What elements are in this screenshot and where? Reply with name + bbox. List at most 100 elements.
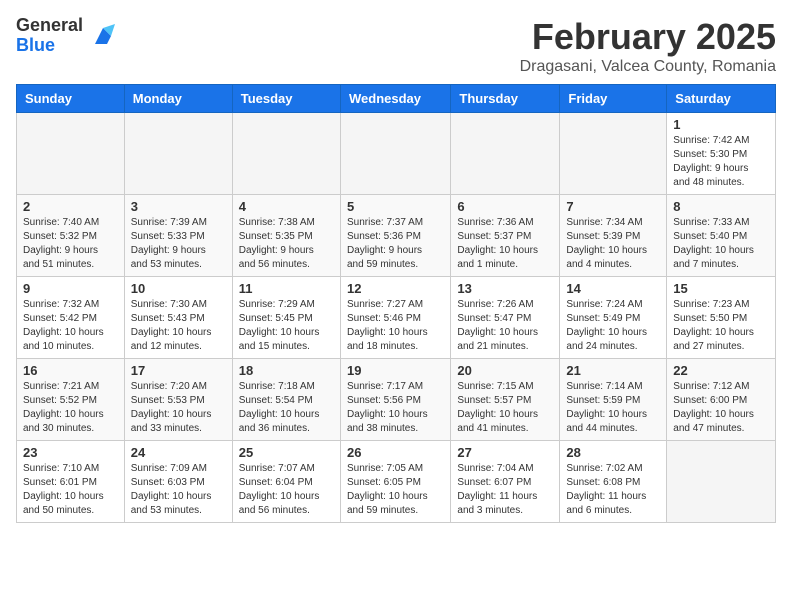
day-info: Sunrise: 7:07 AM Sunset: 6:04 PM Dayligh… (239, 462, 334, 518)
calendar-day-cell: 7 Sunrise: 7:34 AM Sunset: 5:39 PM Daylig… (560, 195, 667, 277)
day-number: 27 (457, 445, 553, 460)
day-info: Sunrise: 7:12 AM Sunset: 6:00 PM Dayligh… (673, 380, 769, 436)
calendar-day-cell: 4 Sunrise: 7:38 AM Sunset: 5:35 PM Daylig… (232, 195, 340, 277)
day-info: Sunrise: 7:24 AM Sunset: 5:49 PM Dayligh… (566, 298, 660, 354)
calendar-day-cell (124, 113, 232, 195)
day-number: 2 (23, 199, 118, 214)
day-number: 12 (347, 281, 444, 296)
day-info: Sunrise: 7:04 AM Sunset: 6:07 PM Dayligh… (457, 462, 553, 518)
day-info: Sunrise: 7:17 AM Sunset: 5:56 PM Dayligh… (347, 380, 444, 436)
day-number: 7 (566, 199, 660, 214)
day-number: 16 (23, 363, 118, 378)
calendar-day-cell: 9 Sunrise: 7:32 AM Sunset: 5:42 PM Daylig… (17, 277, 125, 359)
day-of-week-header: Tuesday (232, 85, 340, 113)
day-info: Sunrise: 7:42 AM Sunset: 5:30 PM Dayligh… (673, 134, 769, 190)
day-number: 24 (131, 445, 226, 460)
day-info: Sunrise: 7:37 AM Sunset: 5:36 PM Dayligh… (347, 216, 444, 272)
day-number: 25 (239, 445, 334, 460)
day-number: 18 (239, 363, 334, 378)
calendar-week-row: 1 Sunrise: 7:42 AM Sunset: 5:30 PM Daylig… (17, 113, 776, 195)
calendar-day-cell: 6 Sunrise: 7:36 AM Sunset: 5:37 PM Daylig… (451, 195, 560, 277)
day-info: Sunrise: 7:39 AM Sunset: 5:33 PM Dayligh… (131, 216, 226, 272)
day-of-week-header: Wednesday (340, 85, 450, 113)
day-of-week-header: Monday (124, 85, 232, 113)
day-info: Sunrise: 7:05 AM Sunset: 6:05 PM Dayligh… (347, 462, 444, 518)
calendar-day-cell: 11 Sunrise: 7:29 AM Sunset: 5:45 PM Dayli… (232, 277, 340, 359)
day-info: Sunrise: 7:18 AM Sunset: 5:54 PM Dayligh… (239, 380, 334, 436)
logo-icon (87, 20, 119, 52)
calendar-day-cell: 23 Sunrise: 7:10 AM Sunset: 6:01 PM Dayli… (17, 441, 125, 523)
day-info: Sunrise: 7:38 AM Sunset: 5:35 PM Dayligh… (239, 216, 334, 272)
day-number: 6 (457, 199, 553, 214)
calendar-day-cell: 8 Sunrise: 7:33 AM Sunset: 5:40 PM Daylig… (667, 195, 776, 277)
day-info: Sunrise: 7:32 AM Sunset: 5:42 PM Dayligh… (23, 298, 118, 354)
day-number: 11 (239, 281, 334, 296)
calendar-table: SundayMondayTuesdayWednesdayThursdayFrid… (16, 84, 776, 523)
calendar-header-row: SundayMondayTuesdayWednesdayThursdayFrid… (17, 85, 776, 113)
day-info: Sunrise: 7:36 AM Sunset: 5:37 PM Dayligh… (457, 216, 553, 272)
day-info: Sunrise: 7:09 AM Sunset: 6:03 PM Dayligh… (131, 462, 226, 518)
calendar-day-cell: 26Sunrise: 7:05 AM Sunset: 6:05 PM Dayli… (340, 441, 450, 523)
calendar-day-cell: 3 Sunrise: 7:39 AM Sunset: 5:33 PM Daylig… (124, 195, 232, 277)
logo-blue-text: Blue (16, 36, 83, 56)
calendar-day-cell: 27 Sunrise: 7:04 AM Sunset: 6:07 PM Dayli… (451, 441, 560, 523)
calendar-day-cell: 5 Sunrise: 7:37 AM Sunset: 5:36 PM Daylig… (340, 195, 450, 277)
calendar-day-cell: 19 Sunrise: 7:17 AM Sunset: 5:56 PM Dayli… (340, 359, 450, 441)
day-info: Sunrise: 7:14 AM Sunset: 5:59 PM Dayligh… (566, 380, 660, 436)
day-number: 9 (23, 281, 118, 296)
day-info: Sunrise: 7:10 AM Sunset: 6:01 PM Dayligh… (23, 462, 118, 518)
calendar-day-cell: 15Sunrise: 7:23 AM Sunset: 5:50 PM Dayli… (667, 277, 776, 359)
calendar-day-cell: 16Sunrise: 7:21 AM Sunset: 5:52 PM Dayli… (17, 359, 125, 441)
calendar-day-cell: 22 Sunrise: 7:12 AM Sunset: 6:00 PM Dayli… (667, 359, 776, 441)
day-info: Sunrise: 7:34 AM Sunset: 5:39 PM Dayligh… (566, 216, 660, 272)
day-info: Sunrise: 7:40 AM Sunset: 5:32 PM Dayligh… (23, 216, 118, 272)
day-number: 13 (457, 281, 553, 296)
calendar-day-cell (17, 113, 125, 195)
day-number: 1 (673, 117, 769, 132)
calendar-day-cell: 21 Sunrise: 7:14 AM Sunset: 5:59 PM Dayli… (560, 359, 667, 441)
day-number: 20 (457, 363, 553, 378)
calendar-day-cell: 14 Sunrise: 7:24 AM Sunset: 5:49 PM Dayli… (560, 277, 667, 359)
calendar-day-cell: 25 Sunrise: 7:07 AM Sunset: 6:04 PM Dayli… (232, 441, 340, 523)
day-info: Sunrise: 7:27 AM Sunset: 5:46 PM Dayligh… (347, 298, 444, 354)
calendar-day-cell (560, 113, 667, 195)
page-header: General Blue February 2025 Dragasani, Va… (16, 16, 776, 76)
calendar-day-cell (451, 113, 560, 195)
calendar-day-cell: 1 Sunrise: 7:42 AM Sunset: 5:30 PM Daylig… (667, 113, 776, 195)
day-number: 3 (131, 199, 226, 214)
calendar-day-cell (667, 441, 776, 523)
title-block: February 2025 Dragasani, Valcea County, … (520, 16, 776, 76)
calendar-day-cell (340, 113, 450, 195)
calendar-day-cell: 28Sunrise: 7:02 AM Sunset: 6:08 PM Dayli… (560, 441, 667, 523)
day-number: 15 (673, 281, 769, 296)
calendar-week-row: 16Sunrise: 7:21 AM Sunset: 5:52 PM Dayli… (17, 359, 776, 441)
calendar-day-cell: 18 Sunrise: 7:18 AM Sunset: 5:54 PM Dayli… (232, 359, 340, 441)
calendar-day-cell: 24 Sunrise: 7:09 AM Sunset: 6:03 PM Dayli… (124, 441, 232, 523)
calendar-week-row: 9 Sunrise: 7:32 AM Sunset: 5:42 PM Daylig… (17, 277, 776, 359)
day-number: 21 (566, 363, 660, 378)
day-info: Sunrise: 7:33 AM Sunset: 5:40 PM Dayligh… (673, 216, 769, 272)
calendar-week-row: 2 Sunrise: 7:40 AM Sunset: 5:32 PM Daylig… (17, 195, 776, 277)
day-number: 22 (673, 363, 769, 378)
day-number: 14 (566, 281, 660, 296)
day-info: Sunrise: 7:02 AM Sunset: 6:08 PM Dayligh… (566, 462, 660, 518)
day-info: Sunrise: 7:30 AM Sunset: 5:43 PM Dayligh… (131, 298, 226, 354)
day-of-week-header: Saturday (667, 85, 776, 113)
day-number: 4 (239, 199, 334, 214)
day-number: 8 (673, 199, 769, 214)
calendar-day-cell (232, 113, 340, 195)
day-info: Sunrise: 7:26 AM Sunset: 5:47 PM Dayligh… (457, 298, 553, 354)
day-info: Sunrise: 7:29 AM Sunset: 5:45 PM Dayligh… (239, 298, 334, 354)
day-of-week-header: Friday (560, 85, 667, 113)
month-title: February 2025 (520, 16, 776, 58)
day-number: 23 (23, 445, 118, 460)
logo: General Blue (16, 16, 119, 56)
calendar-day-cell: 2 Sunrise: 7:40 AM Sunset: 5:32 PM Daylig… (17, 195, 125, 277)
location-title: Dragasani, Valcea County, Romania (520, 58, 776, 76)
logo-general-text: General (16, 16, 83, 36)
day-number: 19 (347, 363, 444, 378)
calendar-week-row: 23 Sunrise: 7:10 AM Sunset: 6:01 PM Dayli… (17, 441, 776, 523)
calendar-day-cell: 17Sunrise: 7:20 AM Sunset: 5:53 PM Dayli… (124, 359, 232, 441)
day-number: 17 (131, 363, 226, 378)
day-number: 5 (347, 199, 444, 214)
